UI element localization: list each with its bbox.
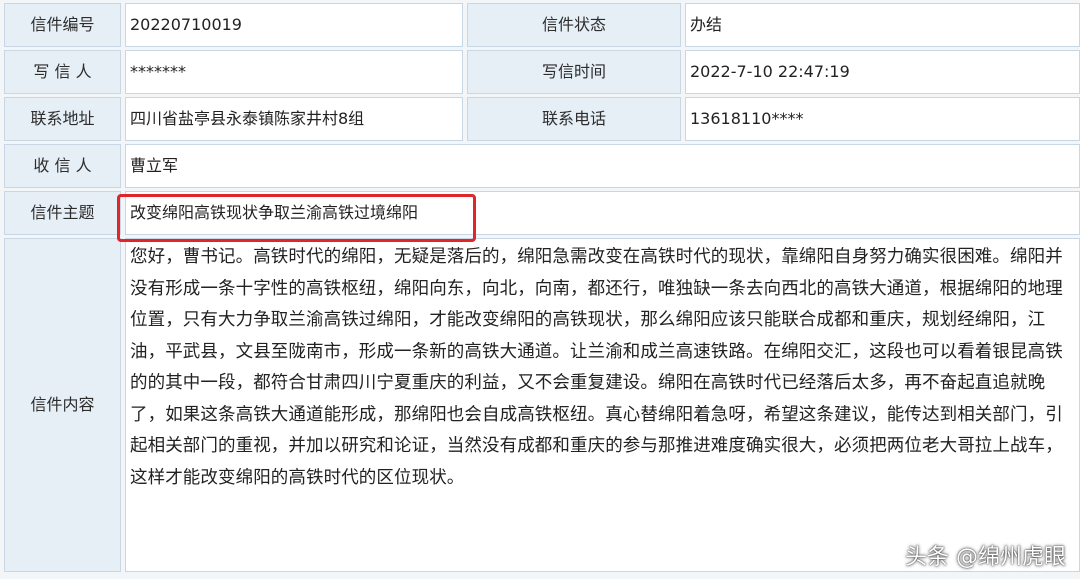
subject-value: 改变绵阳高铁现状争取兰渝高铁过境绵阳 bbox=[125, 191, 1080, 235]
phone-label: 联系电话 bbox=[467, 97, 681, 141]
content-value: 您好，曹书记。高铁时代的绵阳，无疑是落后的，绵阳急需改变在高铁时代的现状，靠绵阳… bbox=[125, 238, 1080, 572]
letter-no-value: 20220710019 bbox=[125, 3, 463, 47]
row-subject: 信件主题 改变绵阳高铁现状争取兰渝高铁过境绵阳 bbox=[4, 191, 1080, 235]
subject-label: 信件主题 bbox=[4, 191, 121, 235]
content-label: 信件内容 bbox=[4, 238, 121, 572]
address-value: 四川省盐亭县永泰镇陈家井村8组 bbox=[125, 97, 463, 141]
watermark: 头条 @绵州虎眼 bbox=[905, 545, 1066, 570]
row-writer: 写 信 人 ******* 写信时间 2022-7-10 22:47:19 bbox=[4, 50, 1080, 94]
row-letter-no: 信件编号 20220710019 信件状态 办结 bbox=[4, 3, 1080, 47]
status-label: 信件状态 bbox=[467, 3, 681, 47]
recipient-label: 收 信 人 bbox=[4, 144, 121, 188]
write-time-value: 2022-7-10 22:47:19 bbox=[685, 50, 1080, 94]
row-recipient: 收 信 人 曹立军 bbox=[4, 144, 1080, 188]
status-value: 办结 bbox=[685, 3, 1080, 47]
letter-detail-table: 信件编号 20220710019 信件状态 办结 写 信 人 ******* 写… bbox=[0, 0, 1080, 575]
letter-detail-sheet: 信件编号 20220710019 信件状态 办结 写 信 人 ******* 写… bbox=[0, 0, 1080, 579]
letter-no-label: 信件编号 bbox=[4, 3, 121, 47]
row-content: 信件内容 您好，曹书记。高铁时代的绵阳，无疑是落后的，绵阳急需改变在高铁时代的现… bbox=[4, 238, 1080, 572]
writer-label: 写 信 人 bbox=[4, 50, 121, 94]
recipient-value: 曹立军 bbox=[125, 144, 1080, 188]
address-label: 联系地址 bbox=[4, 97, 121, 141]
writer-value: ******* bbox=[125, 50, 463, 94]
write-time-label: 写信时间 bbox=[467, 50, 681, 94]
phone-value: 13618110**** bbox=[685, 97, 1080, 141]
row-address: 联系地址 四川省盐亭县永泰镇陈家井村8组 联系电话 13618110**** bbox=[4, 97, 1080, 141]
